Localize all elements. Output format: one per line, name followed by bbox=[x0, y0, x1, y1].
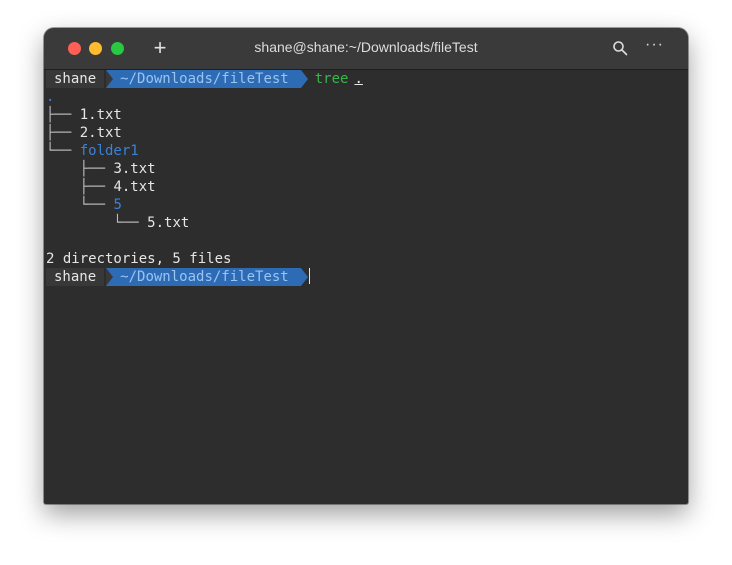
tree-branch: └── bbox=[46, 215, 148, 231]
command-argument: . bbox=[354, 71, 363, 87]
text-cursor bbox=[308, 268, 310, 284]
zoom-button[interactable] bbox=[111, 42, 124, 55]
file-name: 4.txt bbox=[113, 179, 156, 195]
window-title: shane@shane:~/Downloads/fileTest bbox=[254, 39, 478, 55]
tree-branch: └── bbox=[46, 143, 80, 159]
prompt-path-segment: ~/Downloads/fileTest bbox=[106, 268, 308, 286]
prompt-path-segment: ~/Downloads/fileTest bbox=[106, 70, 308, 88]
minimize-button[interactable] bbox=[89, 42, 102, 55]
tree-entry: ├── 4.txt bbox=[46, 178, 156, 196]
terminal-content[interactable]: shane ~/Downloads/fileTest tree. . ├── 1.t… bbox=[44, 70, 688, 504]
tree-entry: ├── 2.txt bbox=[46, 124, 122, 142]
command-text: tree bbox=[314, 71, 349, 87]
new-tab-button[interactable]: + bbox=[150, 36, 170, 60]
tree-entry: └── 5 bbox=[46, 196, 122, 214]
terminal-window: + shane@shane:~/Downloads/fileTest ··· s… bbox=[44, 28, 688, 504]
tree-branch: ├── bbox=[46, 179, 114, 195]
directory-name: 5 bbox=[113, 197, 122, 213]
more-options-button[interactable]: ··· bbox=[645, 36, 664, 54]
tree-root: . bbox=[46, 89, 55, 105]
prompt-line-1: shane ~/Downloads/fileTest tree. bbox=[46, 70, 363, 88]
tree-summary: 2 directories, 5 files bbox=[46, 251, 232, 267]
tree-entry: ├── 1.txt bbox=[46, 106, 122, 124]
tree-branch: ├── bbox=[46, 107, 80, 123]
prompt-user-segment: shane bbox=[46, 268, 105, 286]
file-name: 3.txt bbox=[113, 161, 156, 177]
directory-name: folder1 bbox=[79, 143, 139, 159]
tree-branch: ├── bbox=[46, 125, 80, 141]
prompt-user-segment: shane bbox=[46, 70, 105, 88]
tree-branch: ├── bbox=[46, 161, 114, 177]
tree-branch: └── bbox=[46, 197, 114, 213]
file-name: 1.txt bbox=[79, 107, 122, 123]
tree-entry: └── 5.txt bbox=[46, 214, 189, 232]
prompt-line-2: shane ~/Downloads/fileTest bbox=[46, 268, 310, 286]
title-bar[interactable]: + shane@shane:~/Downloads/fileTest ··· bbox=[44, 28, 688, 70]
file-name: 2.txt bbox=[79, 125, 122, 141]
close-button[interactable] bbox=[68, 42, 81, 55]
file-name: 5.txt bbox=[147, 215, 190, 231]
tree-entry: └── folder1 bbox=[46, 142, 139, 160]
search-icon[interactable] bbox=[612, 40, 628, 56]
tree-entry: ├── 3.txt bbox=[46, 160, 156, 178]
